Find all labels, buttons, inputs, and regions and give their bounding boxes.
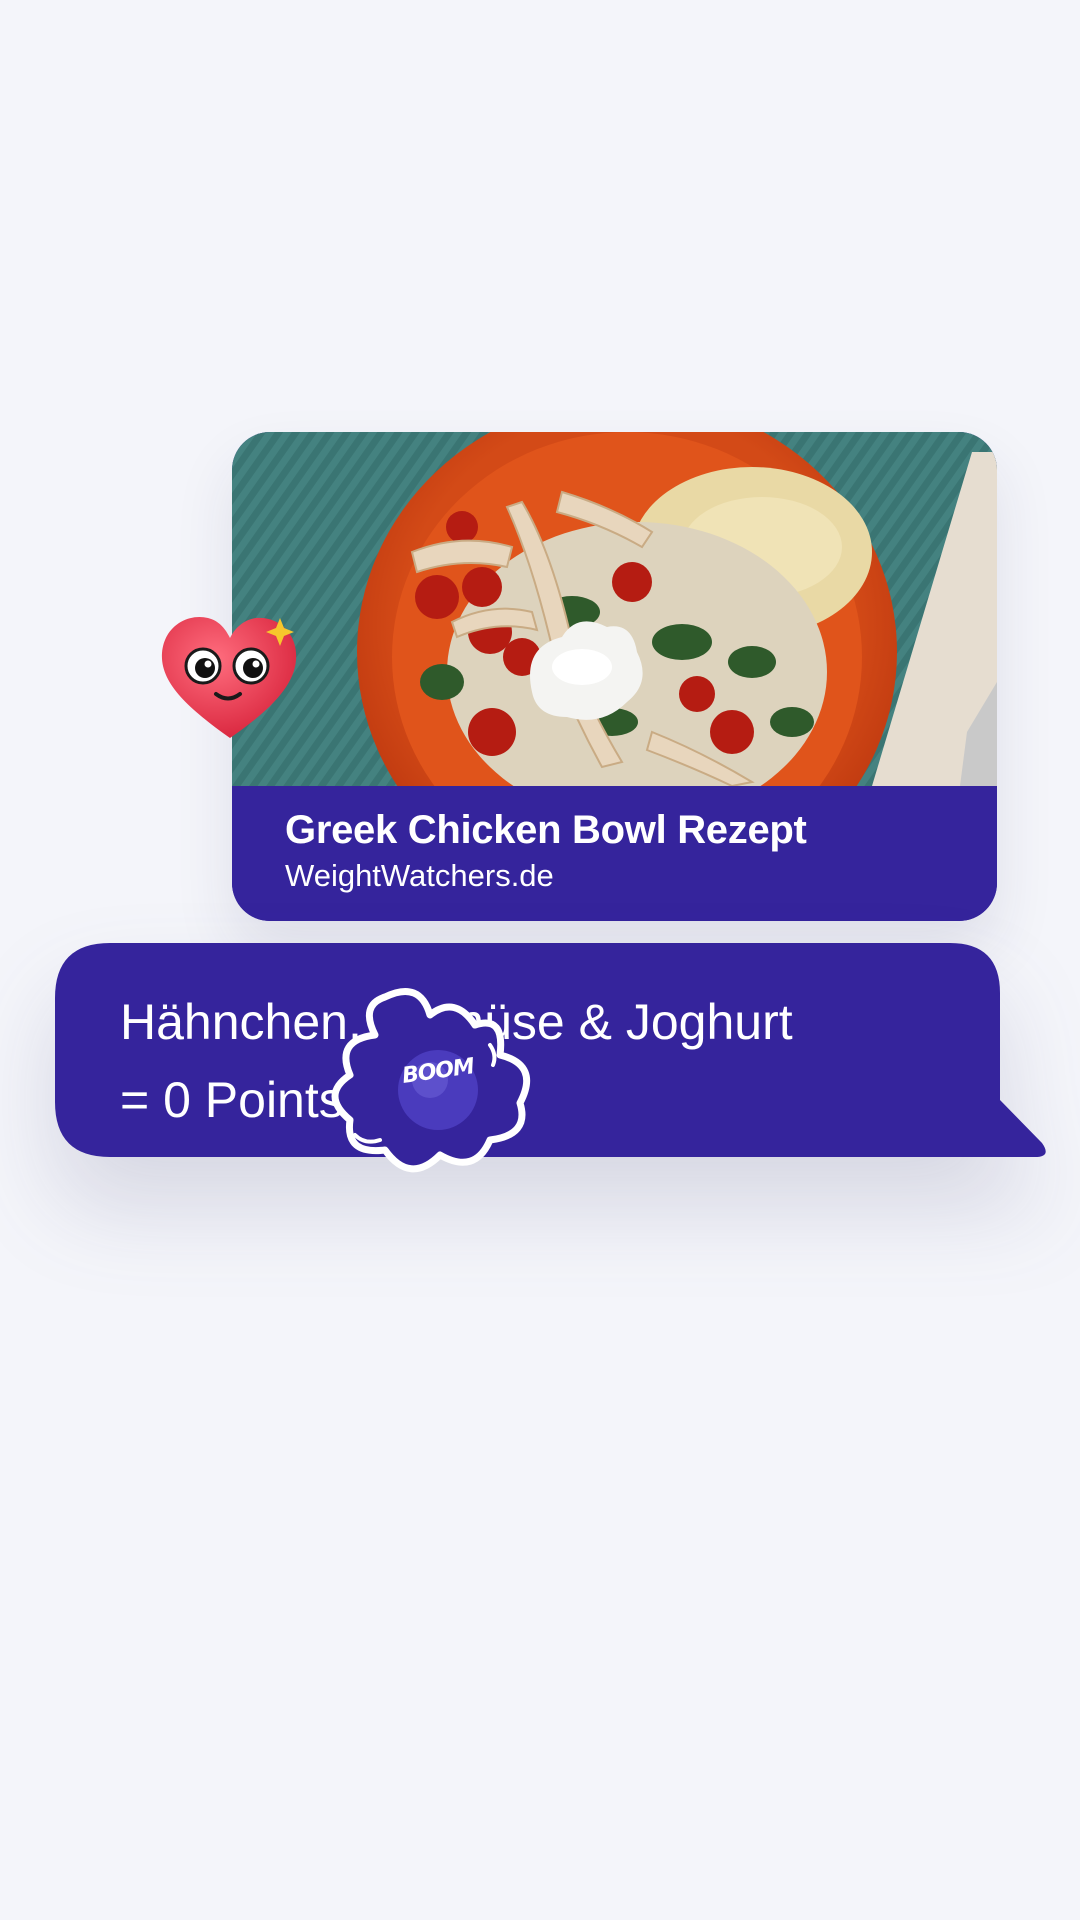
smiling-heart-icon [158, 608, 303, 743]
link-card-footer: Greek Chicken Bowl Rezept WeightWatchers… [232, 786, 997, 921]
link-card-title: Greek Chicken Bowl Rezept [285, 808, 807, 852]
food-photo [232, 432, 997, 786]
message-bubble: Hähnchen, Gemüse & Joghurt = 0 Points. [55, 943, 1055, 1160]
link-card-source: WeightWatchers.de [285, 858, 554, 893]
link-preview-card[interactable]: Greek Chicken Bowl Rezept WeightWatchers… [232, 432, 997, 921]
boom-burst-icon: BOOM [325, 985, 550, 1185]
story-screen: { "link_card": { "title": "Greek Chicken… [0, 0, 1080, 1920]
